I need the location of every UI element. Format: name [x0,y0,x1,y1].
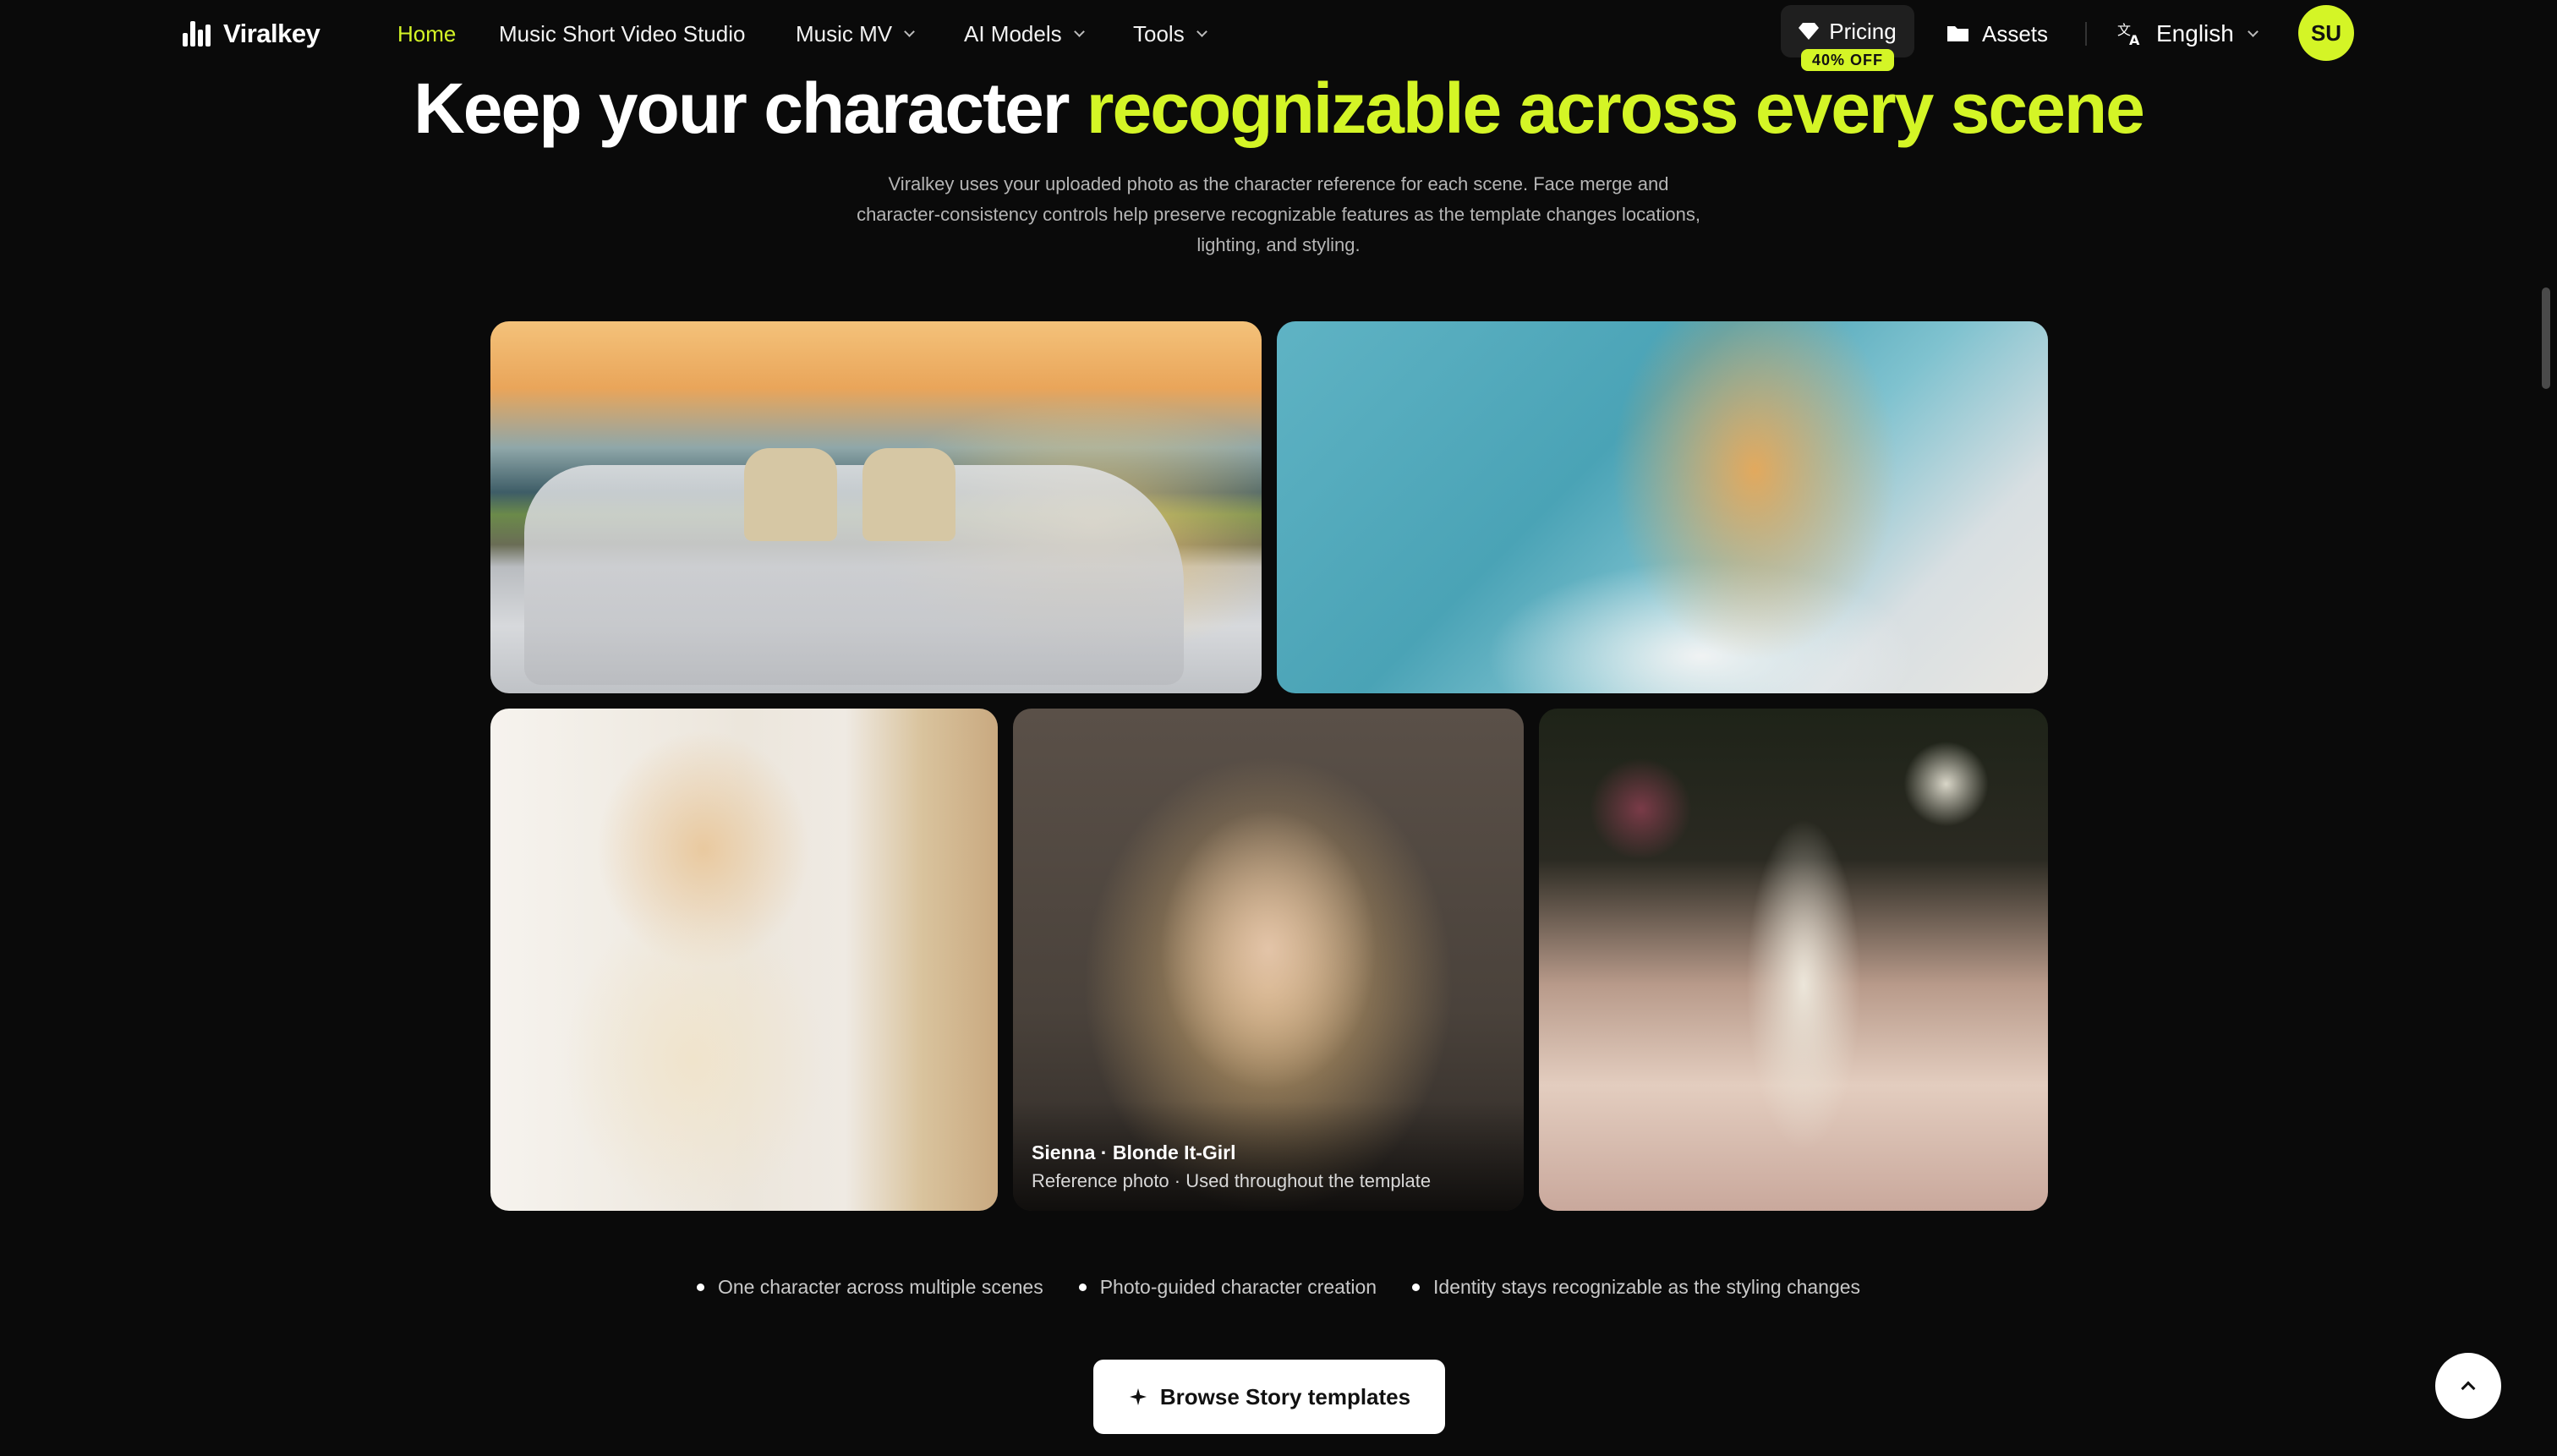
cta-label: Browse Story templates [1159,1383,1411,1409]
folder-icon [1947,26,1968,41]
language-selector[interactable]: 文 A English [2117,17,2259,51]
headline-accent: recognizable across every scene [1086,68,2145,148]
bullet-icon [696,1283,704,1291]
brand-logo[interactable]: Viralkey [183,17,320,51]
chevron-down-icon [2247,25,2259,37]
nav-ai-models-label: AI Models [964,20,1062,47]
feature-text: Identity stays recognizable as the styli… [1433,1275,1861,1298]
scroll-to-top-button[interactable] [2435,1353,2501,1419]
svg-text:A: A [2129,32,2140,47]
reference-name: Sienna · Blonde It-Girl [1032,1141,1236,1163]
nav-tools-label: Tools [1133,20,1185,47]
page-title: Keep your character recognizable across … [0,66,2557,151]
top-navigation: Viralkey Home Music Short Video Studio M… [0,0,2557,71]
chevron-down-icon [1196,25,1207,37]
scene-poolside-image [1277,321,2048,693]
assets-button[interactable]: Assets [1946,17,2048,51]
nav-music-mv-label: Music MV [796,20,893,47]
user-avatar[interactable]: SU [2298,5,2354,61]
chevron-down-icon [1073,25,1085,37]
nav-music-short-video-studio[interactable]: Music Short Video Studio [499,19,745,49]
translate-icon: 文 A [2117,22,2140,47]
waveform-icon [183,21,213,47]
scene-convertible-image [490,321,1262,693]
sparkle-icon [1129,1388,1147,1405]
reference-caption: Reference photo · Used throughout the te… [1032,1170,1432,1191]
convertible-car-shape [524,465,1184,685]
nav-music-mv[interactable]: Music MV [796,19,915,49]
car-seat-shape [744,448,837,541]
language-label: English [2156,20,2234,47]
brand-name: Viralkey [223,19,320,48]
scene-mirror-image [490,709,998,1211]
nav-divider [2085,22,2087,46]
nav-tools[interactable]: Tools [1133,19,1207,49]
bullet-icon [1412,1283,1421,1291]
nav-studio-label: Music Short Video Studio [499,20,746,47]
headline-main: Keep your character [413,68,1070,148]
feature-text: Photo-guided character creation [1099,1275,1377,1298]
page-scrollbar-thumb[interactable] [2542,287,2550,389]
nav-ai-models[interactable]: AI Models [964,19,1085,49]
pricing-label: Pricing [1829,18,1897,44]
scene-floral-sofa-image [1539,709,2048,1211]
hero-description: Viralkey uses your uploaded photo as the… [857,173,1700,255]
bullet-icon [1078,1283,1087,1291]
browse-story-templates-button[interactable]: Browse Story templates [1093,1360,1445,1434]
feature-list: One character across multiple scenes Pho… [0,1272,2557,1302]
nav-home-label: Home [397,20,457,47]
feature-item: One character across multiple scenes [696,1272,1043,1302]
diamond-icon [1799,23,1820,40]
feature-item: Photo-guided character creation [1078,1272,1377,1302]
feature-item: Identity stays recognizable as the styli… [1412,1272,1860,1302]
chevron-down-icon [904,25,915,37]
chevron-up-icon [2461,1381,2476,1396]
feature-text: One character across multiple scenes [717,1275,1043,1298]
assets-label: Assets [1982,20,2049,47]
car-seat-shape [862,448,955,541]
nav-home[interactable]: Home [397,19,456,49]
reference-portrait-image: Sienna · Blonde It-Girl Reference photo … [1013,709,1524,1211]
